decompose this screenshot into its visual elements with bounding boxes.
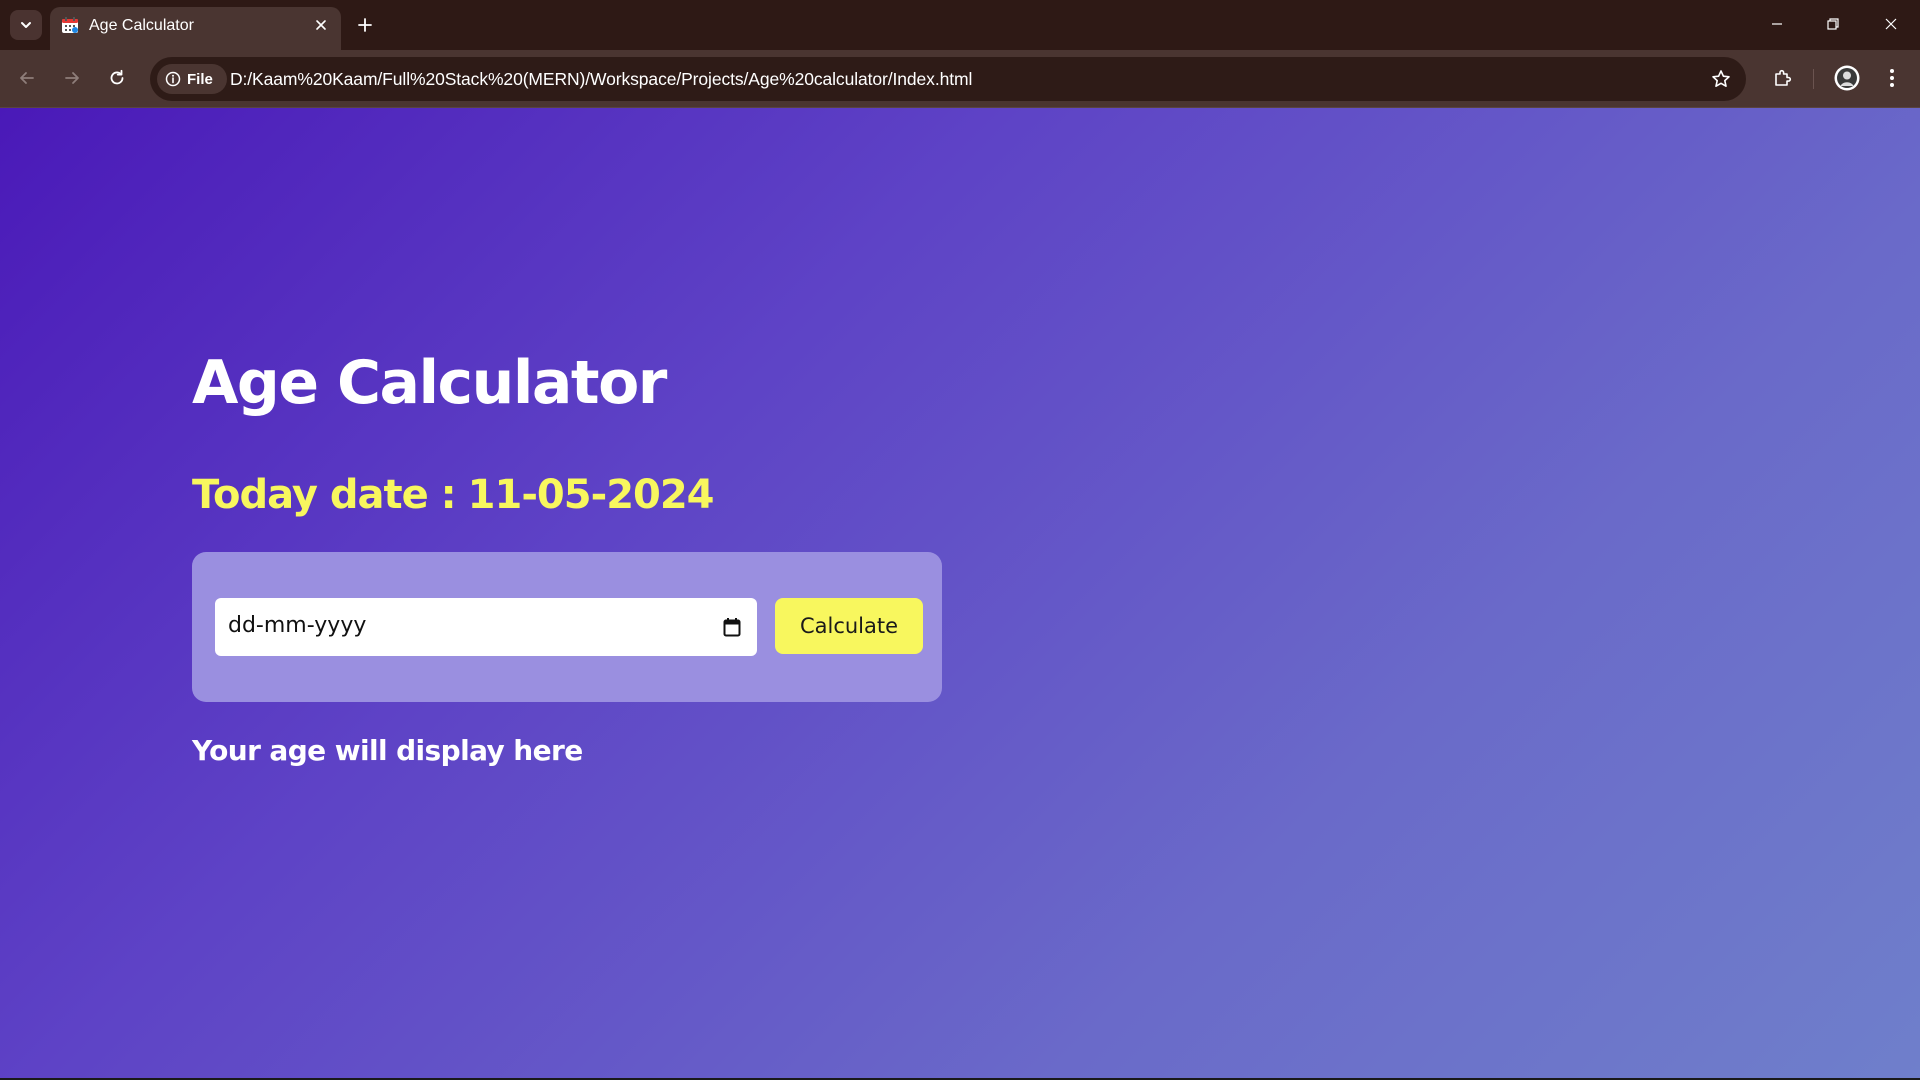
star-icon — [1712, 70, 1730, 87]
toolbar-divider — [1813, 69, 1814, 89]
site-info-chip[interactable]: File — [157, 64, 227, 94]
plus-icon — [358, 18, 372, 32]
close-icon — [1885, 18, 1897, 30]
browser-tab[interactable]: Age Calculator — [50, 7, 341, 50]
browser-toolbar: File D:/Kaam%20Kaam/Full%20Stack%20(MERN… — [0, 50, 1920, 108]
tab-strip: Age Calculator — [0, 0, 1920, 50]
restore-button[interactable] — [1813, 8, 1853, 40]
address-bar[interactable]: File D:/Kaam%20Kaam/Full%20Stack%20(MERN… — [150, 57, 1746, 101]
date-placeholder: dd-mm-yyyy — [228, 613, 367, 638]
today-date-label: Today date : — [192, 472, 457, 518]
url-text[interactable]: D:/Kaam%20Kaam/Full%20Stack%20(MERN)/Wor… — [230, 69, 972, 90]
site-chip-label: File — [187, 70, 213, 88]
input-card: dd-mm-yyyy Calculate — [192, 552, 942, 702]
tab-search-button[interactable] — [10, 10, 42, 40]
minimize-button[interactable] — [1757, 8, 1797, 40]
today-date: Today date :11-05-2024 — [192, 472, 715, 518]
page-viewport: Age Calculator Today date :11-05-2024 dd… — [0, 108, 1920, 1078]
age-result: Your age will display here — [192, 734, 583, 767]
close-window-button[interactable] — [1871, 8, 1911, 40]
puzzle-icon — [1775, 69, 1792, 86]
birthdate-input[interactable]: dd-mm-yyyy — [215, 598, 757, 656]
minimize-icon — [1772, 23, 1782, 25]
calendar-icon — [723, 618, 741, 637]
tab-close-button[interactable] — [312, 16, 330, 34]
close-icon — [316, 20, 326, 30]
today-date-value: 11-05-2024 — [467, 472, 715, 518]
extensions-button[interactable] — [1765, 61, 1799, 95]
bookmark-button[interactable] — [1708, 66, 1734, 92]
reload-icon — [110, 69, 124, 85]
info-icon — [165, 71, 181, 87]
browser-menu-button[interactable] — [1875, 61, 1909, 95]
date-picker-button[interactable] — [721, 616, 743, 638]
back-button[interactable] — [10, 61, 44, 95]
forward-button[interactable] — [55, 61, 89, 95]
chevron-down-icon — [21, 22, 31, 28]
reload-button[interactable] — [100, 61, 134, 95]
arrow-left-icon — [20, 72, 34, 84]
restore-icon — [1827, 18, 1839, 30]
new-tab-button[interactable] — [352, 12, 378, 38]
kebab-menu-icon — [1890, 69, 1894, 87]
page-title: Age Calculator — [192, 348, 667, 418]
avatar[interactable] — [1830, 61, 1864, 95]
profile-avatar-icon — [1834, 65, 1860, 91]
arrow-right-icon — [65, 72, 79, 84]
calculate-button[interactable]: Calculate — [775, 598, 923, 654]
calendar-icon — [62, 17, 78, 33]
tab-title: Age Calculator — [89, 17, 194, 34]
